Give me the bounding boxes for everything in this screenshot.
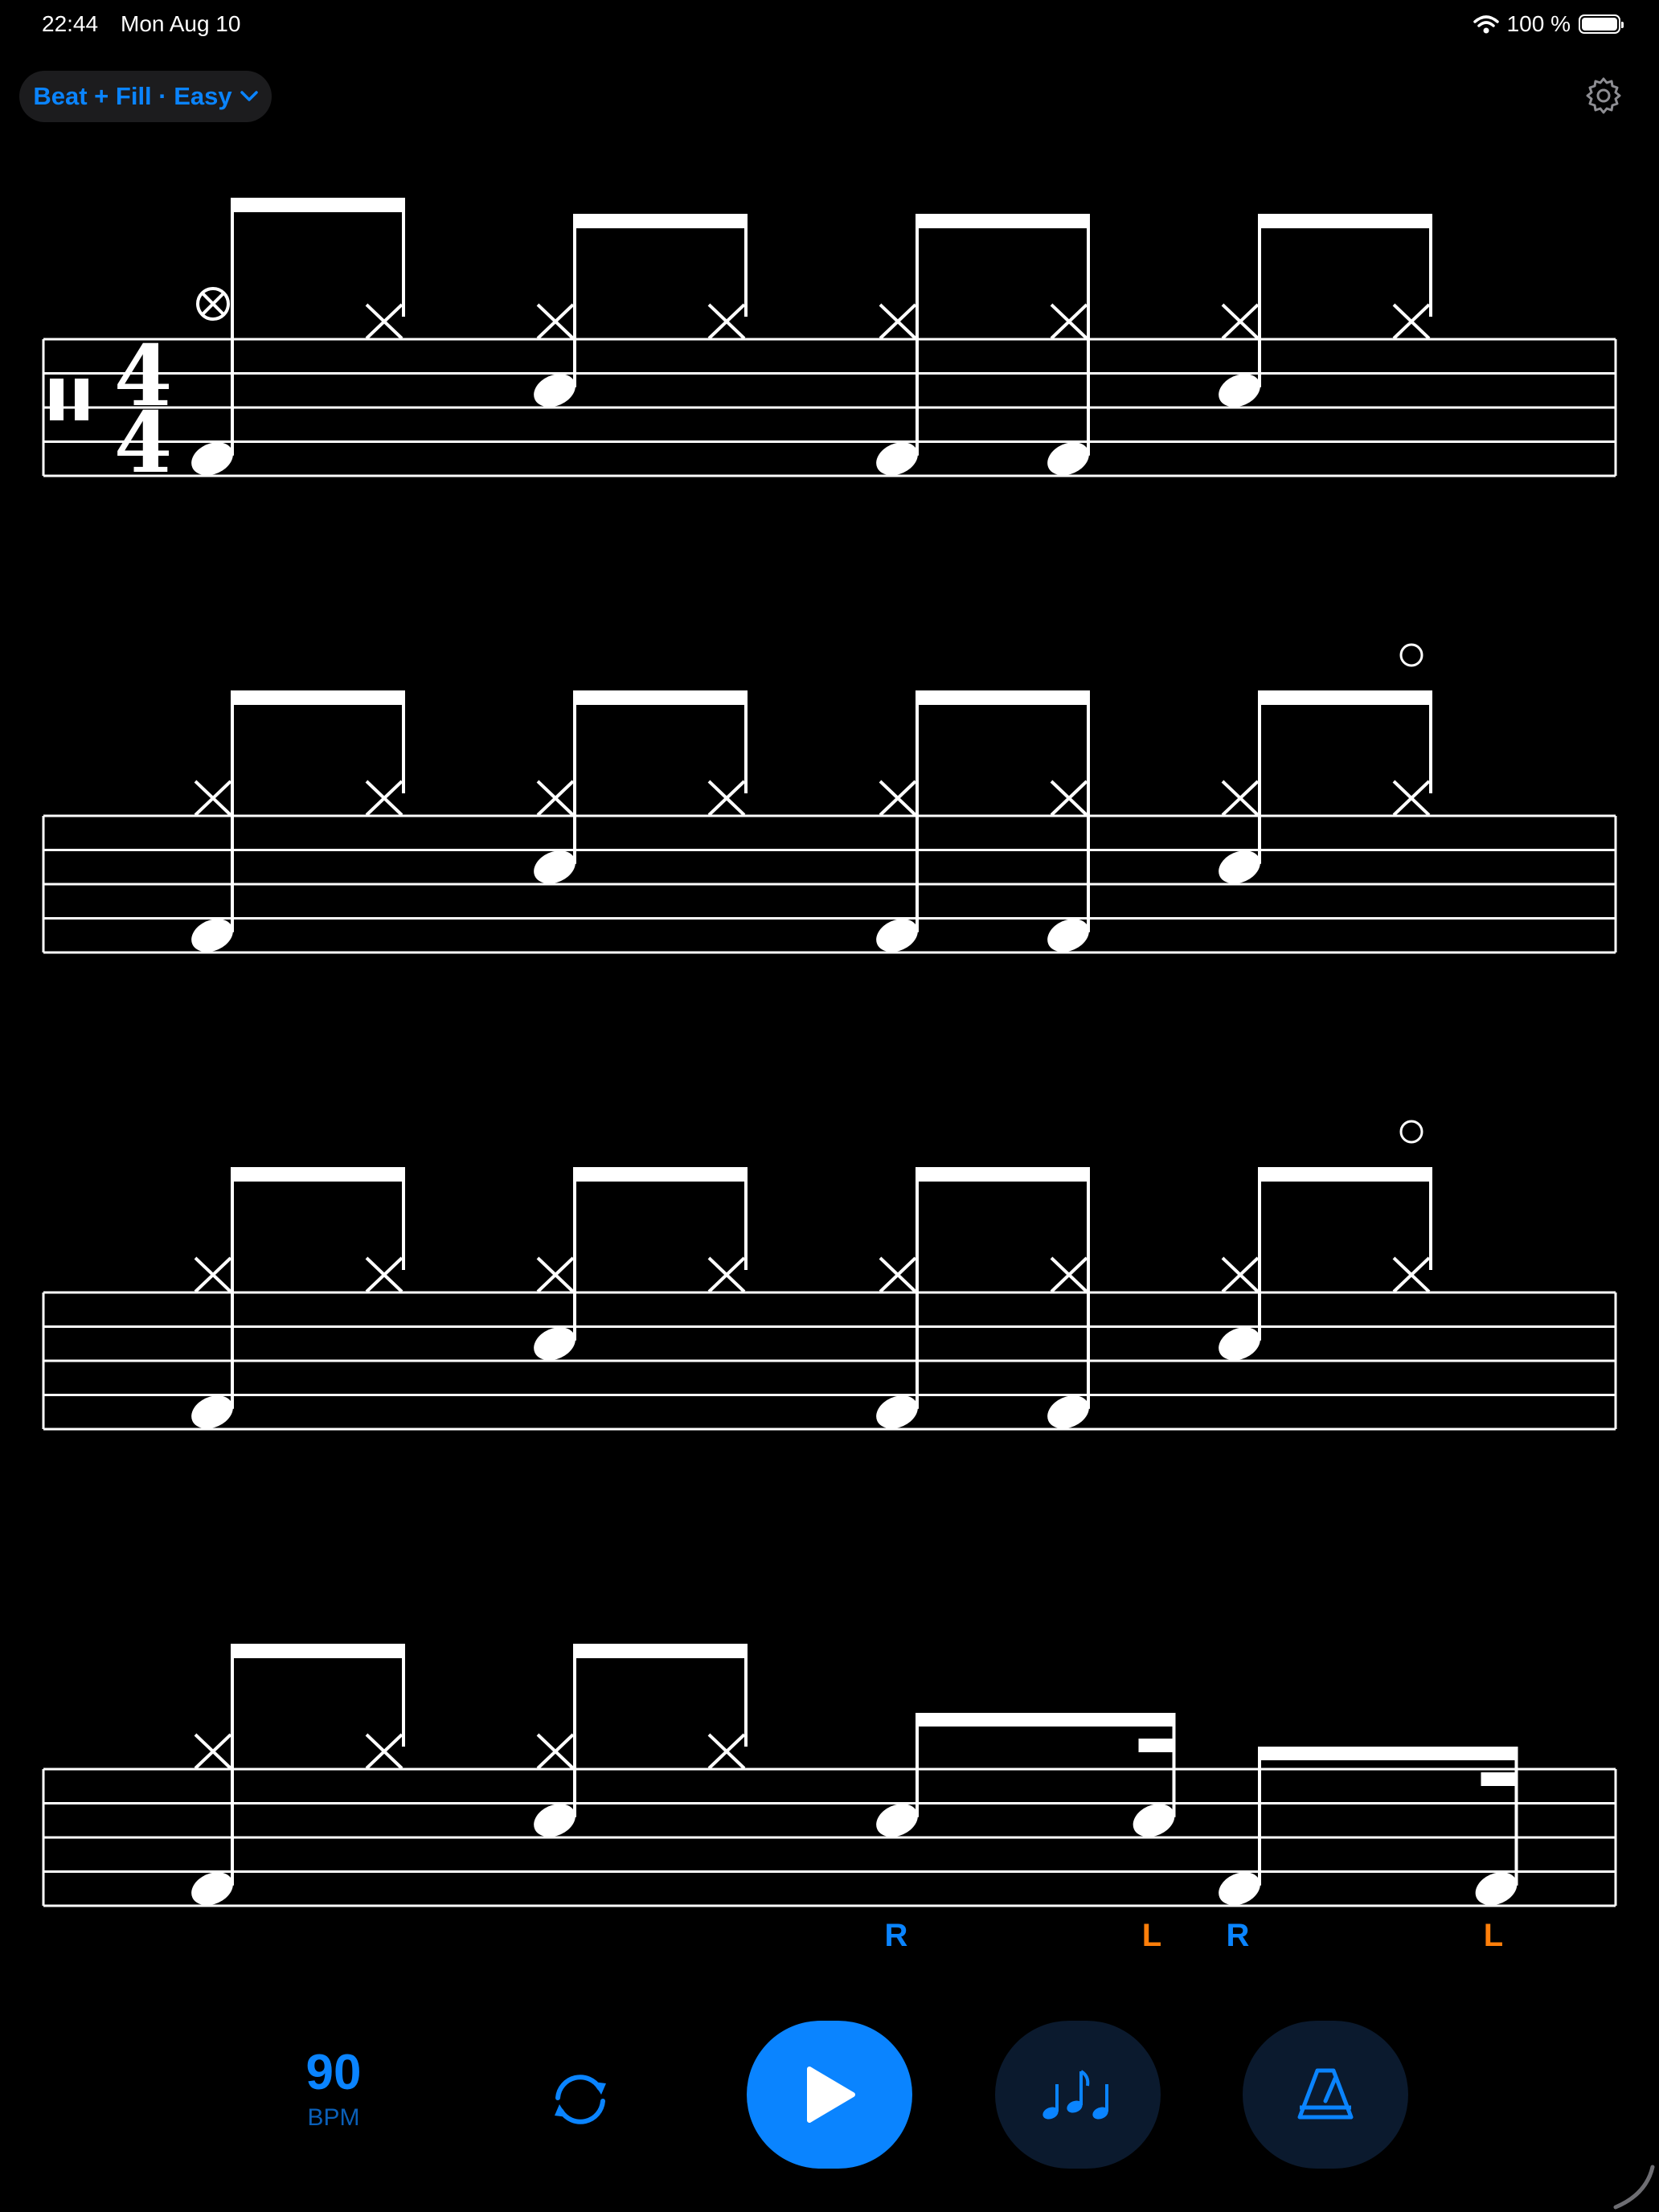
hihat-x-notehead: [1221, 780, 1260, 817]
hihat-x-notehead: [536, 780, 575, 817]
hihat-x-notehead: [194, 1256, 232, 1293]
sixteenth-beam: [1481, 1772, 1518, 1786]
eighth-beam: [916, 690, 1090, 705]
hihat-x-notehead: [879, 1256, 917, 1293]
hihat-x-notehead: [365, 303, 403, 340]
hihat-x-notehead: [536, 1256, 575, 1293]
eighth-beam: [916, 214, 1090, 228]
resize-handle-icon: [1613, 2165, 1655, 2210]
hihat-x-notehead: [1050, 1256, 1088, 1293]
play-icon: [807, 2067, 855, 2123]
open-hihat-mark: [1399, 643, 1423, 667]
tempo-control[interactable]: 90 BPM: [273, 2048, 394, 2132]
notes-button[interactable]: [995, 2021, 1161, 2169]
hihat-x-notehead: [879, 780, 917, 817]
eighth-beam: [1258, 690, 1432, 705]
hihat-x-notehead: [1221, 303, 1260, 340]
hihat-x-notehead: [879, 303, 917, 340]
eighth-beam: [1258, 1747, 1518, 1760]
time-signature-denominator: 4: [114, 393, 172, 492]
eighth-beam: [231, 1644, 405, 1658]
percussion-clef: [50, 379, 63, 420]
eighth-beam: [573, 690, 748, 705]
bpm-value: 90: [305, 2045, 362, 2100]
loop-icon: [555, 2075, 606, 2124]
eighth-beam: [573, 1644, 748, 1658]
hihat-x-notehead: [1392, 303, 1431, 340]
hihat-x-notehead: [536, 1733, 575, 1770]
drum-score: 44: [42, 198, 1617, 1907]
hihat-x-notehead: [707, 303, 746, 340]
hihat-x-notehead: [1392, 780, 1431, 817]
hihat-x-notehead: [194, 1733, 232, 1770]
sticking-label-right: R: [884, 1918, 908, 1953]
eighth-beam: [1258, 214, 1432, 228]
metronome-button[interactable]: [1243, 2021, 1408, 2169]
eighth-beam: [573, 214, 748, 228]
sticking-label-left: L: [1141, 1918, 1162, 1953]
open-hihat-mark: [1399, 1120, 1423, 1144]
eighth-beam: [573, 1167, 748, 1182]
eighth-beam: [231, 690, 405, 705]
hihat-x-notehead: [1050, 303, 1088, 340]
hihat-x-notehead: [365, 780, 403, 817]
hihat-x-notehead: [707, 1733, 746, 1770]
hihat-x-notehead: [707, 1256, 746, 1293]
eighth-beam: [1258, 1167, 1432, 1182]
eighth-beam: [916, 1167, 1090, 1182]
percussion-clef: [75, 379, 88, 420]
hihat-x-notehead: [536, 303, 575, 340]
eighth-beam: [231, 198, 405, 212]
hihat-x-notehead: [1050, 780, 1088, 817]
metronome-icon: [1297, 2068, 1354, 2120]
eighth-beam: [231, 1167, 405, 1182]
crash-x-mark: [201, 292, 225, 316]
bpm-label: BPM: [307, 2104, 360, 2131]
loop-button[interactable]: [547, 2066, 614, 2133]
sticking-label-left: L: [1483, 1918, 1504, 1953]
hihat-x-notehead: [1392, 1256, 1431, 1293]
hihat-x-notehead: [194, 780, 232, 817]
sticking-label-right: R: [1226, 1918, 1250, 1953]
sixteenth-beam: [1138, 1739, 1176, 1752]
hihat-x-notehead: [365, 1733, 403, 1770]
play-button[interactable]: [747, 2021, 912, 2169]
eighth-beam: [916, 1713, 1176, 1727]
hihat-x-notehead: [707, 780, 746, 817]
hihat-x-notehead: [1221, 1256, 1260, 1293]
hihat-x-notehead: [365, 1256, 403, 1293]
notes-icon: [1043, 2070, 1108, 2120]
